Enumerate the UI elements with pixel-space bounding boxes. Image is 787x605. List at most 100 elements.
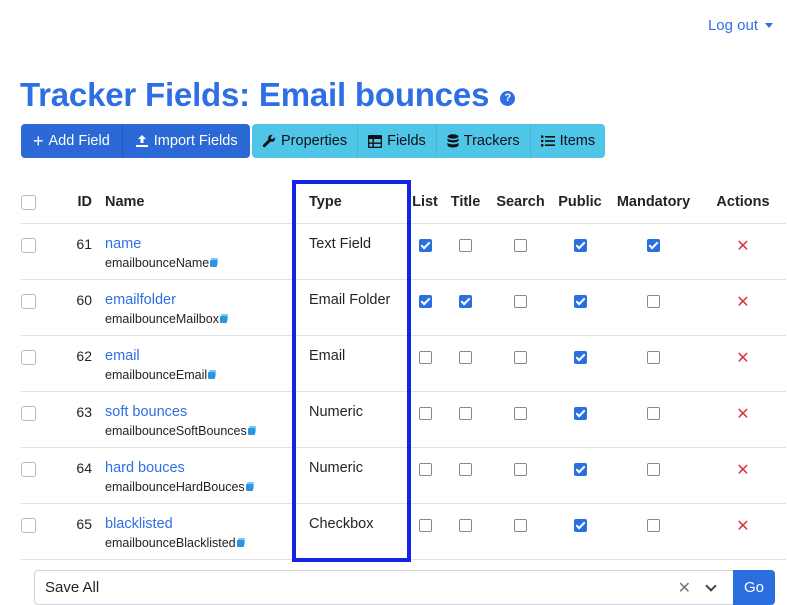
list-checkbox[interactable] [418,518,432,532]
actions-cell: ✕ [700,223,786,280]
field-id: 61 [76,236,92,252]
search-checkbox[interactable] [514,406,527,420]
field-id: 64 [76,460,92,476]
row-select-checkbox[interactable] [21,237,36,253]
trackers-button[interactable]: Trackers [435,124,530,158]
type-cell: Email Folder [297,279,407,336]
field-name-link[interactable]: email [105,348,297,364]
delete-icon[interactable]: ✕ [736,350,749,367]
public-cell [553,447,607,504]
mandatory-checkbox[interactable] [647,462,660,476]
items-button[interactable]: Items [529,124,606,158]
list-checkbox[interactable] [418,350,432,364]
title-checkbox[interactable] [459,350,472,364]
public-checkbox[interactable] [573,518,587,532]
properties-button[interactable]: Properties [252,124,358,158]
permanent-name-text: emailbounceEmail [105,368,208,382]
select-all-checkbox[interactable] [21,194,36,210]
delete-icon[interactable]: ✕ [736,462,749,479]
mandatory-checkbox[interactable] [647,518,660,532]
search-checkbox[interactable] [514,350,527,364]
delete-icon[interactable]: ✕ [736,294,749,311]
row-select-checkbox[interactable] [21,405,36,421]
page-title-text: Tracker Fields: Email bounces [20,76,490,113]
copy-icon[interactable] [208,370,218,380]
title-checkbox[interactable] [459,518,472,532]
field-name-link[interactable]: hard bouces [105,460,297,476]
help-icon[interactable]: ? [500,90,516,106]
import-fields-button[interactable]: Import Fields [121,124,250,158]
col-header-name[interactable]: Name [105,181,297,224]
delete-icon[interactable]: ✕ [736,238,749,255]
search-checkbox[interactable] [514,238,527,252]
list-checkbox[interactable] [418,406,432,420]
actions-cell: ✕ [700,503,786,560]
title-checkbox[interactable] [459,406,472,420]
copy-icon[interactable] [245,482,256,492]
public-checkbox[interactable] [573,294,587,308]
list-cell [407,447,443,504]
actions-cell: ✕ [700,447,786,504]
table-row: 61 name emailbounceName Text Field ✕ [21,223,786,280]
permanent-name-text: emailbounceName [105,256,210,270]
field-type: Email Folder [309,292,391,308]
permanent-name: emailbounceHardBouces [105,480,297,494]
row-select-checkbox[interactable] [21,517,36,533]
name-cell: soft bounces emailbounceSoftBounces [105,391,297,448]
upload-icon [135,135,148,147]
fields-button[interactable]: Fields [357,124,436,158]
chevron-down-icon[interactable] [705,579,717,592]
mandatory-checkbox[interactable] [647,406,660,420]
copy-icon[interactable] [236,538,247,548]
search-cell [488,279,553,336]
delete-icon[interactable]: ✕ [736,518,749,535]
field-id: 62 [76,348,92,364]
field-name-link[interactable]: blacklisted [105,516,297,532]
row-select-checkbox[interactable] [21,461,36,477]
mandatory-cell [607,503,700,560]
public-checkbox[interactable] [573,350,587,364]
copy-icon[interactable] [219,314,230,324]
title-cell [443,279,488,336]
title-checkbox[interactable] [459,294,472,308]
col-header-public: Public [553,181,607,224]
mandatory-checkbox[interactable] [647,238,660,252]
public-checkbox[interactable] [573,462,587,476]
field-name-link[interactable]: name [105,236,297,252]
public-checkbox[interactable] [573,406,587,420]
logout-label[interactable]: Log out [708,17,758,34]
id-cell: 62 [58,335,105,392]
row-select-cell [21,503,58,560]
row-select-checkbox[interactable] [21,293,36,309]
delete-icon[interactable]: ✕ [736,406,749,423]
copy-icon[interactable] [210,258,220,268]
bulk-action-select[interactable]: Save All ✕ [34,570,733,605]
title-cell [443,503,488,560]
logout-menu[interactable]: Log out [708,17,773,34]
search-checkbox[interactable] [514,294,527,308]
list-checkbox[interactable] [418,294,432,308]
search-checkbox[interactable] [514,518,527,532]
title-checkbox[interactable] [459,238,472,252]
name-cell: blacklisted emailbounceBlacklisted [105,503,297,560]
fields-table: ID Name Type List Title Search Public Ma… [21,181,786,560]
col-header-type[interactable]: Type [297,181,407,224]
go-button[interactable]: Go [733,570,775,605]
list-checkbox[interactable] [418,462,432,476]
copy-icon[interactable] [247,426,258,436]
public-checkbox[interactable] [573,238,587,252]
field-name-link[interactable]: soft bounces [105,404,297,420]
list-checkbox[interactable] [418,238,432,252]
title-checkbox[interactable] [459,462,472,476]
search-checkbox[interactable] [514,462,527,476]
clear-icon[interactable]: ✕ [678,578,691,598]
mandatory-checkbox[interactable] [647,294,660,308]
add-field-button[interactable]: + Add Field [21,124,122,158]
type-cell: Numeric [297,447,407,504]
mandatory-checkbox[interactable] [647,350,660,364]
type-cell: Email [297,335,407,392]
field-name-link[interactable]: emailfolder [105,292,297,308]
row-select-cell [21,447,58,504]
col-header-id[interactable]: ID [58,181,105,224]
row-select-checkbox[interactable] [21,349,36,365]
